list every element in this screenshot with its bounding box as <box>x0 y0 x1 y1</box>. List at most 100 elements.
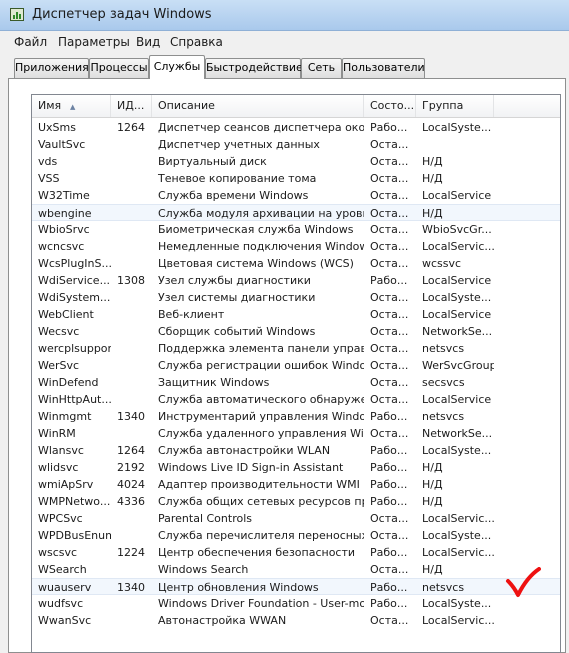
table-row[interactable]: WinRM Служба удаленного управления Win...… <box>32 425 560 442</box>
cell-pid <box>111 340 152 357</box>
table-row[interactable]: VSS Теневое копирование тома Оста... Н/Д <box>32 170 560 187</box>
table-row[interactable]: WwanSvc Автонастройка WWAN Оста... LocalSer… <box>32 612 560 629</box>
menu-view[interactable]: Вид <box>136 35 160 49</box>
cell-status: Оста... <box>370 512 409 525</box>
column-header-pid[interactable]: ИД... <box>111 95 152 117</box>
cell-status: Оста... <box>370 172 409 185</box>
table-row[interactable]: wudfsvc Windows Driver Foundation - User-… <box>32 595 560 612</box>
cell-name: WdiService... <box>38 274 111 287</box>
table-row[interactable]: wcncsvc Немедленные подключения Window...… <box>32 238 560 255</box>
cell-pid <box>111 289 152 306</box>
cell-name: WerSvc <box>38 359 80 372</box>
cell-pid: 1264 <box>117 121 145 134</box>
tab-processes[interactable]: Процессы <box>89 58 149 78</box>
menu-help[interactable]: Справка <box>170 35 223 49</box>
cell-description: Диспетчер учетных данных <box>158 138 320 151</box>
table-row[interactable]: WinHttpAut... Служба автоматического обна… <box>32 391 560 408</box>
table-row[interactable]: WerSvc Служба регистрации ошибок Windows О… <box>32 357 560 374</box>
cell-group: LocalService <box>422 274 492 287</box>
cell-name: wscsvc <box>38 546 78 559</box>
table-row[interactable]: WPDBusEnum Служба перечислителя переносны… <box>32 527 560 544</box>
cell-group: LocalSyste... <box>422 529 492 542</box>
table-row[interactable]: WSearch Windows Search Оста... Н/Д <box>32 561 560 578</box>
cell-pid <box>111 391 152 408</box>
cell-status: Оста... <box>370 376 409 389</box>
table-row[interactable]: WbioSrvc Биометрическая служба Windows Ост… <box>32 221 560 238</box>
title-bar: Диспетчер задач Windows <box>0 0 569 31</box>
cell-group: LocalServic... <box>422 614 494 627</box>
table-row[interactable]: VaultSvc Диспетчер учетных данных Оста... <box>32 136 560 153</box>
cell-pid: 2192 <box>117 461 145 474</box>
cell-name: VaultSvc <box>38 138 86 151</box>
table-row[interactable]: wuauserv 1340 Центр обновления Windows Рабо… <box>32 578 560 595</box>
cell-name: wlidsvc <box>38 461 79 474</box>
column-header-group[interactable]: Группа <box>416 95 494 117</box>
table-row[interactable]: wlidsvc 2192 Windows Live ID Sign-in Assis… <box>32 459 560 476</box>
cell-description: Автонастройка WWAN <box>158 614 287 627</box>
table-row[interactable]: wscsvc 1224 Центр обеспечения безопасности… <box>32 544 560 561</box>
table-row[interactable]: WinDefend Защитник Windows Оста... secsvcs <box>32 374 560 391</box>
menu-file[interactable]: Файл <box>14 35 47 49</box>
cell-pid <box>111 221 152 238</box>
table-row[interactable]: WPCSvc Parental Controls Оста... LocalServi… <box>32 510 560 527</box>
cell-name: Wlansvc <box>38 444 84 457</box>
tab-performance[interactable]: Быстродействие <box>205 58 303 78</box>
cell-description: Центр обеспечения безопасности <box>158 546 356 559</box>
cell-pid <box>111 357 152 374</box>
table-row[interactable]: WdiService... 1308 Узел службы диагностики… <box>32 272 560 289</box>
cell-status: Оста... <box>370 529 409 542</box>
cell-status: Рабо... <box>370 581 408 594</box>
table-row[interactable]: Winmgmt 1340 Инструментарий управления Win… <box>32 408 560 425</box>
services-list[interactable]: Имя ▲ ИД... Описание Состо... Группа UxS… <box>31 94 561 653</box>
cell-status: Рабо... <box>370 597 408 610</box>
cell-description: Поддержка элемента панели управл... <box>158 342 364 355</box>
table-row[interactable]: Wecsvc Сборщик событий Windows Оста... Netw… <box>32 323 560 340</box>
table-row[interactable]: W32Time Служба времени Windows Оста... Loca… <box>32 187 560 204</box>
cell-name: UxSms <box>38 121 76 134</box>
cell-group: WerSvcGroup <box>422 359 494 372</box>
table-row[interactable]: Wlansvc 1264 Служба автонастройки WLAN Рабо… <box>32 442 560 459</box>
table-row[interactable]: wercplsupport Поддержка элемента панели у… <box>32 340 560 357</box>
cell-pid: 4024 <box>117 478 145 491</box>
cell-description: Служба автоматического обнаруже... <box>158 393 364 406</box>
cell-pid: 1224 <box>117 546 145 559</box>
column-header-description[interactable]: Описание <box>152 95 364 117</box>
cell-pid: 1264 <box>117 444 145 457</box>
tab-users[interactable]: Пользователи <box>342 58 425 78</box>
cell-status: Оста... <box>370 291 409 304</box>
cell-pid <box>111 425 152 442</box>
cell-pid <box>111 612 152 629</box>
cell-status: Рабо... <box>370 444 408 457</box>
table-row[interactable]: WebClient Веб-клиент Оста... LocalService <box>32 306 560 323</box>
cell-description: Виртуальный диск <box>158 155 267 168</box>
column-header-name[interactable]: Имя ▲ <box>32 95 111 117</box>
table-row[interactable]: vds Виртуальный диск Оста... Н/Д <box>32 153 560 170</box>
table-row[interactable]: WcsPlugInS... Цветовая система Windows (W… <box>32 255 560 272</box>
cell-group: LocalService <box>422 308 492 321</box>
table-row[interactable]: wbengine Служба модуля архивации на уровн… <box>32 204 560 221</box>
cell-group: Н/Д <box>422 155 443 168</box>
table-row[interactable]: WdiSystem... Узел системы диагностики Оста… <box>32 289 560 306</box>
cell-pid <box>111 153 152 170</box>
column-header-status[interactable]: Состо... <box>364 95 416 117</box>
cell-description: Служба общих сетевых ресурсов пр... <box>158 495 364 508</box>
table-row[interactable]: wmiApSrv 4024 Адаптер производительности W… <box>32 476 560 493</box>
tab-applications[interactable]: Приложения <box>14 58 89 78</box>
tab-network[interactable]: Сеть <box>301 58 342 78</box>
list-header: Имя ▲ ИД... Описание Состо... Группа <box>32 95 560 118</box>
cell-group: WbioSvcGr... <box>422 223 492 236</box>
cell-name: W32Time <box>38 189 90 202</box>
tab-services[interactable]: Службы <box>149 55 205 79</box>
table-row[interactable]: UxSms 1264 Диспетчер сеансов диспетчера ок… <box>32 119 560 136</box>
cell-pid <box>111 561 152 578</box>
cell-pid: 4336 <box>117 495 145 508</box>
cell-description: Немедленные подключения Window... <box>158 240 364 253</box>
cell-status: Оста... <box>370 308 409 321</box>
cell-group: LocalService <box>422 393 492 406</box>
menu-options[interactable]: Параметры <box>58 35 130 49</box>
cell-pid <box>111 374 152 391</box>
table-row[interactable]: WMPNetwo... 4336 Служба общих сетевых ресу… <box>32 493 560 510</box>
cell-pid <box>111 595 152 612</box>
cell-description: Веб-клиент <box>158 308 225 321</box>
cell-description: Служба регистрации ошибок Windows <box>158 359 364 372</box>
